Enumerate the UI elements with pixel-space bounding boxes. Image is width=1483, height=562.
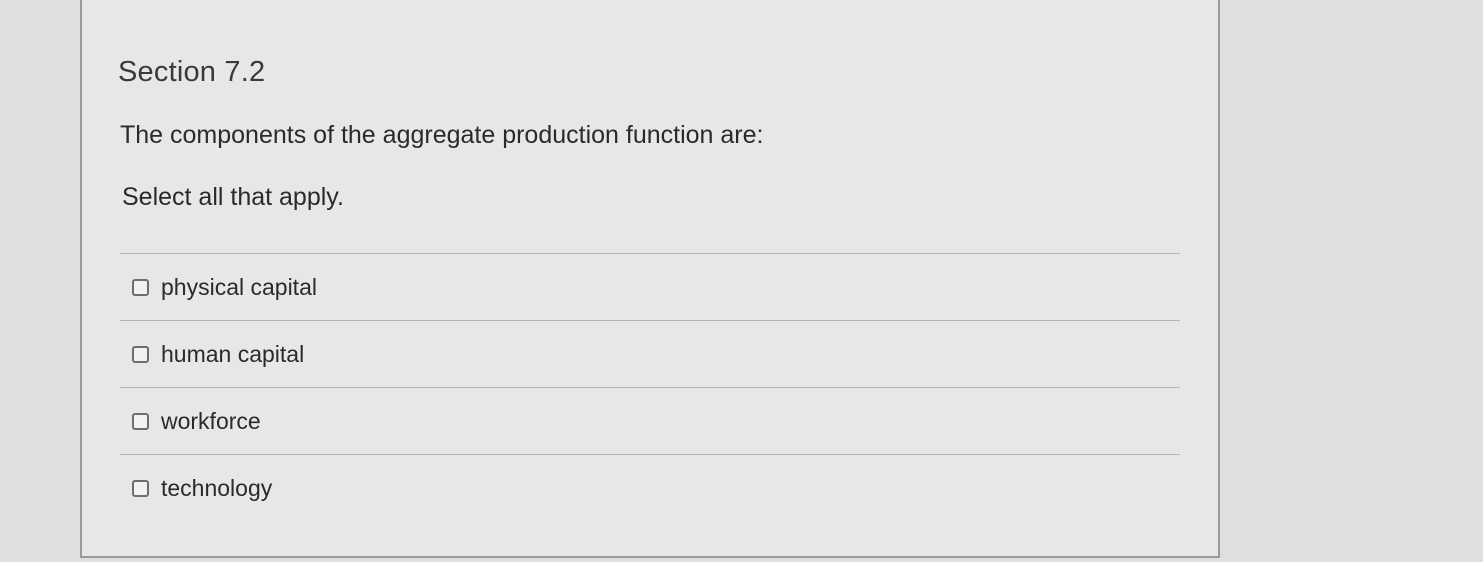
section-title: Section 7.2 — [118, 56, 266, 88]
option-workforce[interactable]: workforce — [120, 388, 1180, 455]
checkbox[interactable] — [132, 479, 149, 497]
option-physical-capital[interactable]: physical capital — [120, 254, 1180, 321]
question-panel: Section 7.2 The components of the aggreg… — [80, 0, 1220, 558]
option-label: technology — [161, 474, 273, 501]
option-label: human capital — [161, 340, 305, 367]
instruction-text: Select all that apply. — [122, 183, 344, 211]
checkbox[interactable] — [132, 345, 149, 363]
option-human-capital[interactable]: human capital — [120, 321, 1180, 388]
question-text: The components of the aggregate producti… — [120, 121, 764, 149]
answer-options: physical capital human capital workforce… — [120, 253, 1180, 521]
checkbox[interactable] — [132, 412, 149, 430]
option-label: physical capital — [161, 273, 317, 300]
option-technology[interactable]: technology — [120, 455, 1180, 521]
option-label: workforce — [161, 407, 261, 434]
checkbox[interactable] — [132, 278, 149, 296]
